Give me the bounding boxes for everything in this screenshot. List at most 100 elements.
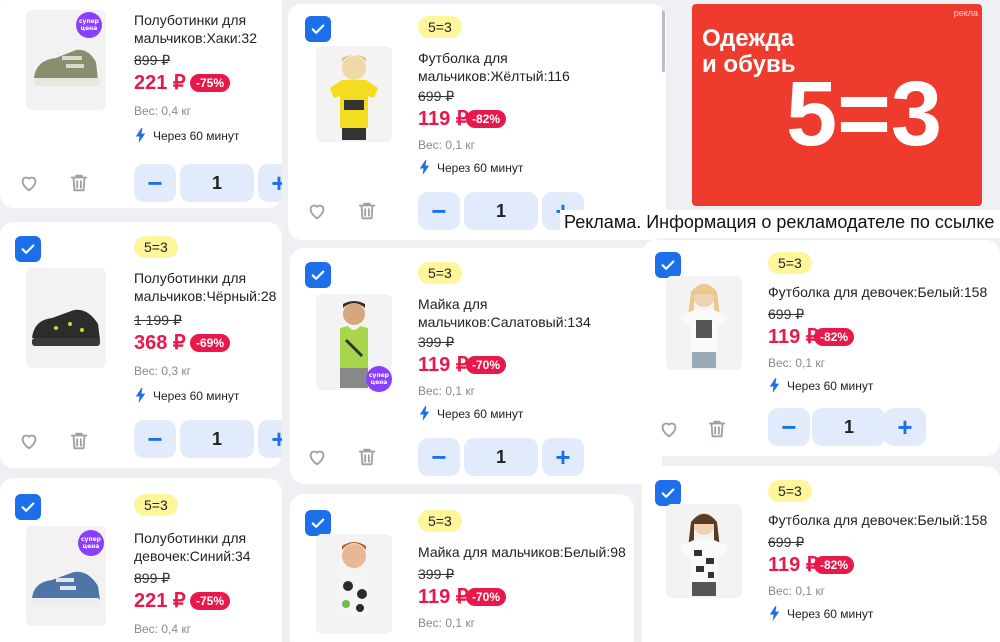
decrease-qty-button[interactable]: − xyxy=(418,438,460,476)
select-checkbox[interactable] xyxy=(655,480,681,506)
delivery-info: Через 60 минут xyxy=(134,128,239,143)
product-weight: Вес: 0,1 кг xyxy=(418,616,475,630)
product-image-boy-camo-tank[interactable] xyxy=(316,534,392,634)
discount-badge: -75% xyxy=(190,74,231,92)
select-checkbox[interactable] xyxy=(305,510,331,536)
advertiser-info-link[interactable]: Реклама. Информация о рекламодателе по с… xyxy=(560,210,1000,238)
check-icon xyxy=(309,266,327,284)
increase-qty-button[interactable]: + xyxy=(542,438,584,476)
discount-badge: -70% xyxy=(466,356,507,374)
qty-value[interactable]: 1 xyxy=(464,192,538,230)
delivery-info: Через 60 минут xyxy=(418,160,523,175)
check-icon xyxy=(19,498,37,516)
old-price: 399 ₽ xyxy=(418,334,455,350)
product-title[interactable]: Футболка для девочек:Белый:158 xyxy=(768,282,987,302)
current-price: 368 ₽ xyxy=(134,332,186,354)
select-checkbox[interactable] xyxy=(15,494,41,520)
product-card: 5=3 Футболка для мальчиков:Жёлтый:116 69… xyxy=(288,4,666,240)
discount-badge: -82% xyxy=(814,328,855,346)
trash-icon[interactable] xyxy=(68,172,90,194)
promo-badge: 5=3 xyxy=(418,262,462,284)
increase-qty-button[interactable]: + xyxy=(884,408,926,446)
current-price: 221 ₽ xyxy=(134,72,186,94)
trash-icon[interactable] xyxy=(356,200,378,222)
decrease-qty-button[interactable]: − xyxy=(134,164,176,202)
promo-badge: 5=3 xyxy=(134,494,178,516)
product-weight: Вес: 0,3 кг xyxy=(134,364,191,378)
product-card: 5=3 Футболка для девочек:Белый:158 699 ₽… xyxy=(642,466,1000,642)
decrease-qty-button[interactable]: − xyxy=(134,420,176,458)
super-price-sticker: супер цена xyxy=(78,530,104,556)
product-title[interactable]: Полуботинки для xyxy=(134,528,246,548)
heart-icon[interactable] xyxy=(18,172,40,194)
product-weight: Вес: 0,1 кг xyxy=(418,384,475,398)
current-price: 119 ₽ xyxy=(768,554,819,576)
qty-value[interactable]: 1 xyxy=(812,408,886,446)
decrease-qty-button[interactable]: − xyxy=(768,408,810,446)
select-checkbox[interactable] xyxy=(655,252,681,278)
product-title[interactable]: девочек:Синий:34 xyxy=(134,546,251,566)
old-price: 699 ₽ xyxy=(768,306,805,322)
lightning-icon xyxy=(134,128,147,143)
heart-icon[interactable] xyxy=(306,446,328,468)
product-weight: Вес: 0,4 кг xyxy=(134,622,191,636)
product-image-girl-print-tshirt[interactable] xyxy=(666,504,742,598)
lightning-icon xyxy=(418,160,431,175)
discount-badge: -70% xyxy=(466,588,507,606)
decrease-qty-button[interactable]: − xyxy=(418,192,460,230)
heart-icon[interactable] xyxy=(18,430,40,452)
product-image-boy-yellow-tshirt[interactable] xyxy=(316,46,392,142)
product-title[interactable]: Полуботинки для xyxy=(134,268,246,288)
discount-badge: -82% xyxy=(814,556,855,574)
promo-badge: 5=3 xyxy=(418,510,462,532)
product-image-girl-white-tshirt[interactable] xyxy=(666,276,742,370)
discount-badge: -82% xyxy=(466,110,507,128)
product-title[interactable]: Майка для мальчиков:Белый:98 xyxy=(418,542,626,562)
lightning-icon xyxy=(418,406,431,421)
increase-qty-button[interactable]: + xyxy=(258,164,282,202)
product-weight: Вес: 0,4 кг xyxy=(134,104,191,118)
product-card: 5=3 супер цена Майка для мальчиков:Салат… xyxy=(290,248,662,484)
select-checkbox[interactable] xyxy=(305,262,331,288)
qty-value[interactable]: 1 xyxy=(180,164,254,202)
product-title[interactable]: мальчиков:Салатовый:134 xyxy=(418,312,591,332)
select-checkbox[interactable] xyxy=(15,236,41,262)
promo-badge: 5=3 xyxy=(768,252,812,274)
qty-value[interactable]: 1 xyxy=(464,438,538,476)
delivery-info: Через 60 минут xyxy=(768,378,873,393)
lightning-icon xyxy=(768,606,781,621)
trash-icon[interactable] xyxy=(356,446,378,468)
old-price: 699 ₽ xyxy=(768,534,805,550)
promo-badge: 5=3 xyxy=(768,480,812,502)
product-title[interactable]: Футболка для девочек:Белый:158 xyxy=(768,510,987,530)
scrollbar[interactable] xyxy=(662,10,665,72)
increase-qty-button[interactable]: + xyxy=(258,420,282,458)
current-price: 119 ₽ xyxy=(418,108,469,130)
product-title[interactable]: мальчиков:Хаки:32 xyxy=(134,28,257,48)
select-checkbox[interactable] xyxy=(305,16,331,42)
current-price: 119 ₽ xyxy=(418,586,469,608)
current-price: 119 ₽ xyxy=(768,326,819,348)
product-title[interactable]: Полуботинки для xyxy=(134,10,246,30)
product-card: 5=3 Майка для мальчиков:Белый:98 399 ₽ 1… xyxy=(290,494,634,642)
old-price: 399 ₽ xyxy=(418,566,455,582)
product-title[interactable]: мальчиков:Жёлтый:116 xyxy=(418,66,570,86)
lightning-icon xyxy=(134,388,147,403)
delivery-info: Через 60 минут xyxy=(418,406,523,421)
heart-icon[interactable] xyxy=(306,200,328,222)
product-card: 5=3 супер цена Полуботинки для девочек:С… xyxy=(0,478,282,642)
trash-icon[interactable] xyxy=(68,430,90,452)
product-title[interactable]: Майка для xyxy=(418,294,487,314)
promo-badge: 5=3 xyxy=(418,16,462,38)
check-icon xyxy=(659,484,677,502)
product-title[interactable]: мальчиков:Чёрный:28 xyxy=(134,286,276,306)
product-image-black-sneaker[interactable] xyxy=(26,268,106,368)
check-icon xyxy=(659,256,677,274)
trash-icon[interactable] xyxy=(706,418,728,440)
promo-badge: 5=3 xyxy=(134,236,178,258)
qty-value[interactable]: 1 xyxy=(180,420,254,458)
heart-icon[interactable] xyxy=(658,418,680,440)
check-icon xyxy=(19,240,37,258)
promo-banner[interactable]: рекла Одежда и обувь 5=3 xyxy=(692,4,982,206)
product-title[interactable]: Футболка для xyxy=(418,48,508,68)
